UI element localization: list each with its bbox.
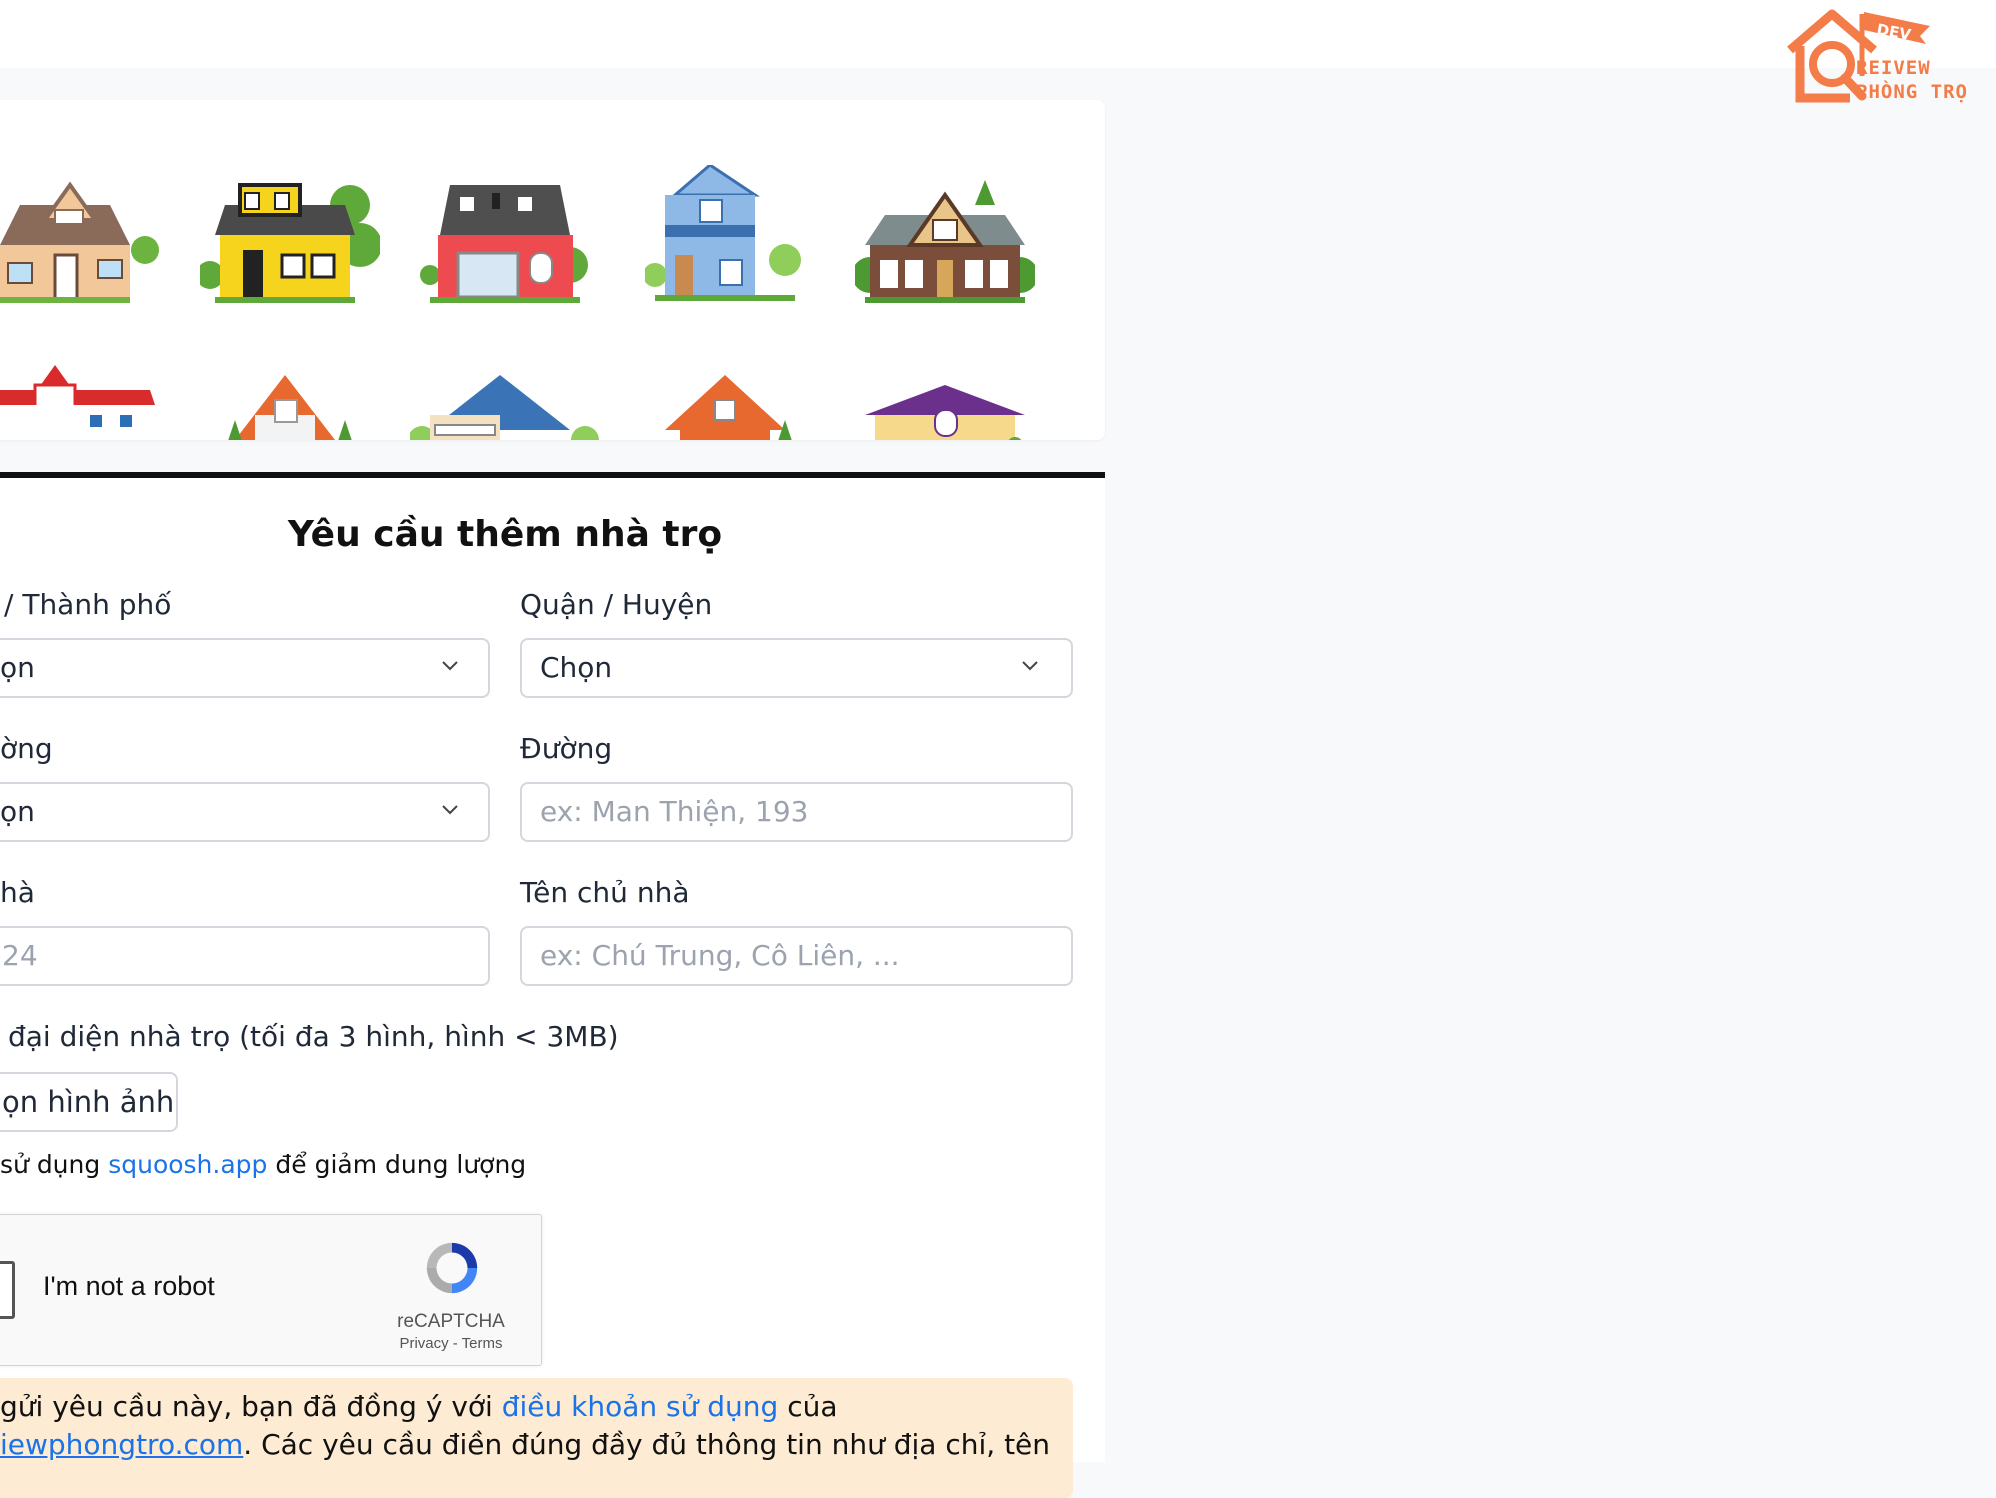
district-select[interactable]: Chọn — [520, 638, 1073, 698]
house-number-label: hà — [0, 876, 35, 909]
form-title: Yêu cầu thêm nhà trọ — [287, 514, 723, 555]
house-3-icon — [420, 185, 588, 303]
chevron-down-icon — [442, 661, 458, 671]
chevron-down-icon — [1022, 661, 1038, 671]
house-1-icon — [0, 181, 159, 303]
choose-images-button[interactable]: ọn hình ảnh — [0, 1072, 178, 1132]
house-number-input[interactable]: 24 — [0, 926, 490, 986]
district-value: Chọn — [540, 651, 613, 684]
ward-label: ờng — [0, 732, 53, 765]
recaptcha-links[interactable]: Privacy - Terms — [371, 1335, 531, 1352]
recaptcha-label: I'm not a robot — [43, 1271, 215, 1301]
site-link[interactable]: iewphongtro.com — [0, 1428, 243, 1461]
add-room-form: Yêu cầu thêm nhà trọ / Thành phố ọn Quận… — [0, 478, 1105, 1498]
province-select[interactable]: ọn — [0, 638, 490, 698]
ward-select[interactable]: ọn — [0, 782, 490, 842]
house-10-icon — [865, 385, 1025, 440]
house-2-icon — [200, 183, 380, 303]
street-label: Đường — [520, 732, 613, 765]
house-9-icon — [665, 375, 792, 440]
chevron-down-icon — [442, 805, 458, 815]
image-hint: sử dụng squoosh.app để giảm dung lượng — [0, 1150, 527, 1179]
house-7-icon — [228, 375, 352, 440]
top-bar — [0, 0, 1996, 68]
house-8-icon — [410, 375, 599, 440]
squoosh-link[interactable]: squoosh.app — [108, 1150, 267, 1179]
owner-label: Tên chủ nhà — [520, 876, 690, 909]
house-6-icon — [0, 365, 155, 440]
logo-text: REIVEW PHÒNG TRỌ — [1856, 57, 1968, 103]
owner-input[interactable]: ex: Chú Trung, Cô Liên, ... — [520, 926, 1073, 986]
province-label: / Thành phố — [4, 588, 172, 621]
house-5-icon — [855, 180, 1035, 303]
house-4-icon — [645, 165, 801, 301]
district-label: Quận / Huyện — [520, 588, 713, 621]
recaptcha-widget: I'm not a robot reCAPTCHA Privacy - Term… — [0, 1214, 542, 1366]
notice-line-1: gửi yêu cầu này, bạn đã đồng ý với điều … — [0, 1390, 838, 1423]
recaptcha-brand: reCAPTCHA — [397, 1311, 505, 1332]
recaptcha-checkbox[interactable] — [0, 1261, 15, 1319]
house-gallery — [0, 100, 1105, 440]
images-label: đại diện nhà trọ (tối đa 3 hình, hình < … — [8, 1020, 619, 1053]
terms-link[interactable]: điều khoản sử dụng — [502, 1390, 779, 1423]
terms-notice: gửi yêu cầu này, bạn đã đồng ý với điều … — [0, 1378, 1073, 1498]
province-value: ọn — [0, 651, 35, 684]
street-input[interactable]: ex: Man Thiện, 193 — [520, 782, 1073, 842]
notice-line-2: iewphongtro.com. Các yêu cầu điền đúng đ… — [0, 1428, 1051, 1461]
recaptcha-icon — [426, 1242, 478, 1294]
ward-value: ọn — [0, 795, 35, 828]
